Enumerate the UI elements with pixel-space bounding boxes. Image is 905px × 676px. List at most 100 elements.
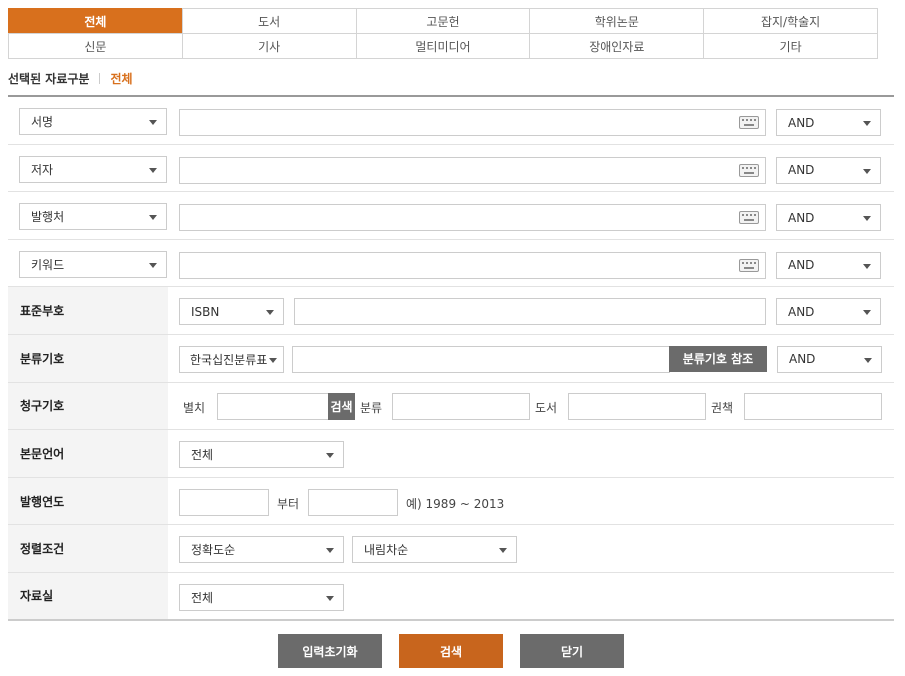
classification-reference-button[interactable]: 분류기호 참조 xyxy=(669,345,767,372)
operator-select-classification[interactable]: AND xyxy=(777,345,882,373)
field-select-author[interactable]: 저자 xyxy=(19,155,167,183)
chevron-down-icon xyxy=(499,548,507,554)
operator-value: AND xyxy=(788,210,815,225)
tab-old-books[interactable]: 고문헌 xyxy=(355,8,531,34)
separate-search-button[interactable]: 검색 xyxy=(328,392,355,420)
row-classification: 분류기호 한국십진분류표 분류기호 참조 AND xyxy=(8,334,894,383)
classification-scheme-value: 한국십진분류표 xyxy=(190,352,268,367)
year-to-input[interactable] xyxy=(308,488,398,516)
operator-select-keyword[interactable]: AND xyxy=(776,251,881,279)
tab-others[interactable]: 기타 xyxy=(703,33,878,59)
operator-value: AND xyxy=(788,258,815,273)
row-reading-room: 자료실 전체 xyxy=(8,572,894,621)
field-select-value: 키워드 xyxy=(31,257,65,272)
operator-select-author[interactable]: AND xyxy=(776,156,881,184)
standard-number-input[interactable] xyxy=(294,298,766,326)
label-classification: 분류기호 xyxy=(8,334,168,382)
chevron-down-icon xyxy=(149,167,157,173)
book-label: 도서 xyxy=(535,400,558,415)
chevron-down-icon xyxy=(326,595,334,601)
operator-value: AND xyxy=(788,163,815,178)
standard-type-value: ISBN xyxy=(191,304,220,319)
chevron-down-icon xyxy=(326,548,334,554)
search-form: 서명 AND 저자 AND 발행처 AND 키워드 AND 표준부호 ISBN … xyxy=(8,95,894,621)
tab-row-2: 신문 기사 멀티미디어 장애인자료 기타 xyxy=(8,33,882,59)
keyboard-icon[interactable] xyxy=(739,258,759,272)
row-standard-number: 표준부호 ISBN AND xyxy=(8,287,894,335)
keyboard-icon[interactable] xyxy=(739,163,759,177)
search-row-title: 서명 AND xyxy=(8,97,894,145)
tab-theses[interactable]: 학위논문 xyxy=(529,8,705,34)
sort-direction-select[interactable]: 내림차순 xyxy=(352,536,517,564)
label-call-number: 청구기호 xyxy=(8,382,168,430)
action-buttons: 입력초기화 검색 닫기 xyxy=(0,634,905,668)
content-language: 전체 xyxy=(168,430,894,477)
class-input[interactable] xyxy=(392,392,530,420)
tab-disability-materials[interactable]: 장애인자료 xyxy=(529,33,705,59)
chevron-down-icon xyxy=(266,310,274,316)
selected-label: 선택된 자료구분 xyxy=(8,72,90,86)
operator-select-standard[interactable]: AND xyxy=(776,298,881,326)
field-select-title[interactable]: 서명 xyxy=(19,108,167,135)
search-row-keyword: 키워드 AND xyxy=(8,240,894,288)
operator-select-title[interactable]: AND xyxy=(776,109,881,136)
class-label: 분류 xyxy=(360,400,383,415)
field-select-value: 서명 xyxy=(31,115,54,129)
close-button[interactable]: 닫기 xyxy=(520,634,624,668)
author-input[interactable] xyxy=(179,156,766,184)
search-row-publisher: 발행처 AND xyxy=(8,192,894,240)
chevron-down-icon xyxy=(149,215,157,221)
keyword-input[interactable] xyxy=(179,251,766,279)
search-button[interactable]: 검색 xyxy=(399,634,503,668)
material-type-tabs: 전체 도서 고문헌 학위논문 잡지/학술지 신문 기사 멀티미디어 장애인자료 … xyxy=(8,8,882,59)
divider xyxy=(99,73,101,84)
year-from-input[interactable] xyxy=(179,488,269,516)
keyboard-icon[interactable] xyxy=(739,116,759,129)
sort-direction-value: 내림차순 xyxy=(364,543,409,558)
classification-scheme-select[interactable]: 한국십진분류표 xyxy=(179,345,284,373)
label-sort: 정렬조건 xyxy=(8,525,168,572)
tab-all[interactable]: 전체 xyxy=(8,8,183,34)
standard-type-select[interactable]: ISBN xyxy=(179,298,284,326)
chevron-down-icon xyxy=(863,263,871,269)
reading-room-select[interactable]: 전체 xyxy=(179,583,344,611)
label-reading-room: 자료실 xyxy=(8,572,168,619)
separate-location-input[interactable] xyxy=(217,392,329,420)
title-input[interactable] xyxy=(179,109,766,136)
operator-value: AND xyxy=(788,115,815,130)
content-call-number: 별치 검색 분류 도서 권책 xyxy=(168,383,894,430)
chevron-down-icon xyxy=(864,357,872,363)
search-row-author: 저자 AND xyxy=(8,145,894,193)
content-publication-year: 부터 예) 1989 ~ 2013 xyxy=(168,478,894,525)
label-publication-year: 발행연도 xyxy=(8,477,168,525)
separate-location-label: 별치 xyxy=(183,400,206,415)
field-select-publisher[interactable]: 발행처 xyxy=(19,203,167,231)
tab-articles[interactable]: 기사 xyxy=(181,33,357,59)
row-sort: 정렬조건 정확도순 내림차순 xyxy=(8,525,894,573)
operator-select-publisher[interactable]: AND xyxy=(776,204,881,232)
reset-button[interactable]: 입력초기화 xyxy=(278,634,382,668)
sort-by-select[interactable]: 정확도순 xyxy=(179,536,344,564)
operator-value: AND xyxy=(789,352,816,367)
publisher-input[interactable] xyxy=(179,204,766,232)
tab-multimedia[interactable]: 멀티미디어 xyxy=(355,33,531,59)
tab-books[interactable]: 도서 xyxy=(181,8,357,34)
selected-material-type: 선택된 자료구분 전체 xyxy=(8,70,133,87)
classification-input[interactable] xyxy=(292,345,670,373)
chevron-down-icon xyxy=(863,310,871,316)
chevron-down-icon xyxy=(326,453,334,459)
year-example: 예) 1989 ~ 2013 xyxy=(406,496,505,511)
book-input[interactable] xyxy=(568,392,706,420)
content-sort: 정확도순 내림차순 xyxy=(168,525,894,572)
keyboard-icon[interactable] xyxy=(739,211,759,225)
chevron-down-icon xyxy=(863,121,871,126)
volume-input[interactable] xyxy=(744,392,882,420)
tab-journals[interactable]: 잡지/학술지 xyxy=(703,8,878,34)
field-select-keyword[interactable]: 키워드 xyxy=(19,250,167,278)
field-select-value: 저자 xyxy=(31,162,54,177)
sort-by-value: 정확도순 xyxy=(191,543,236,558)
tab-newspapers[interactable]: 신문 xyxy=(8,33,183,59)
year-from-suffix: 부터 xyxy=(277,496,300,511)
language-select[interactable]: 전체 xyxy=(179,441,344,469)
chevron-down-icon xyxy=(863,216,871,222)
